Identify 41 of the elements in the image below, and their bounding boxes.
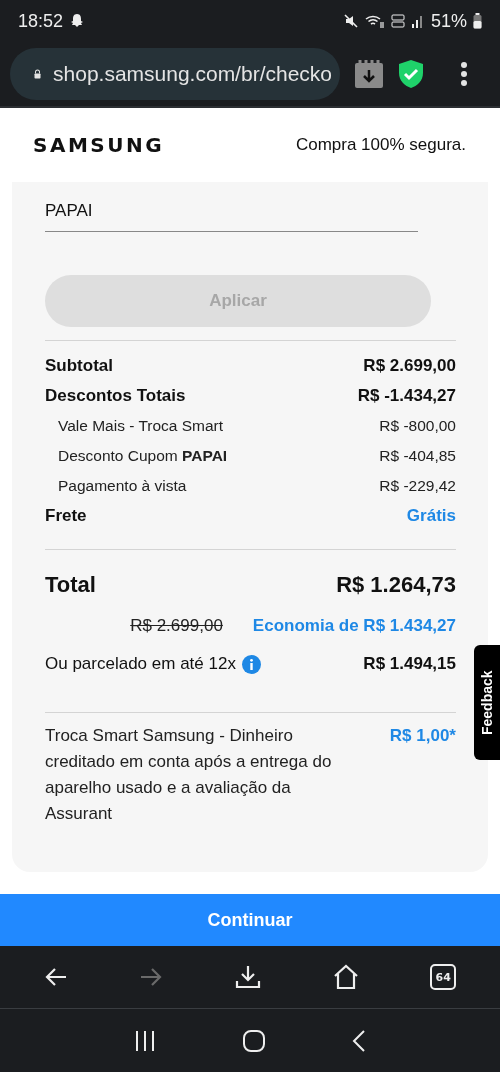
tab-count-button[interactable]: 64 bbox=[430, 964, 457, 990]
address-bar[interactable]: shop.samsung.com/br/checko bbox=[10, 48, 340, 100]
recent-apps-icon[interactable] bbox=[133, 1030, 156, 1051]
summary-value: R$ -1.434,27 bbox=[357, 386, 456, 406]
savings-text: Economia de R$ 1.434,27 bbox=[252, 616, 456, 636]
wifi-icon bbox=[364, 13, 385, 29]
installments-value: R$ 1.494,15 bbox=[363, 654, 456, 674]
old-price: R$ 2.699,00 bbox=[130, 616, 223, 636]
download-icon[interactable] bbox=[235, 964, 261, 990]
summary-value: R$ -229,42 bbox=[379, 477, 456, 495]
summary-label: Pagamento à vista bbox=[58, 477, 187, 495]
download-calendar-icon[interactable] bbox=[354, 59, 384, 89]
installments-label: Ou parcelado em até 12x bbox=[45, 654, 236, 674]
feedback-tab[interactable]: Feedback bbox=[474, 645, 500, 760]
summary-label: Desconto Cupom PAPAI bbox=[58, 447, 228, 465]
summary-value: R$ -800,00 bbox=[379, 417, 456, 435]
summary-label: Descontos Totais bbox=[45, 386, 186, 406]
summary-label: Subtotal bbox=[45, 356, 113, 376]
total-label: Total bbox=[45, 572, 96, 598]
more-icon[interactable] bbox=[460, 62, 468, 86]
signal-icon bbox=[410, 13, 425, 29]
brand-logo: SAMSUNG bbox=[33, 133, 165, 157]
secure-purchase-text: Compra 100% segura. bbox=[295, 135, 466, 155]
clock-time: 18:52 bbox=[18, 10, 64, 32]
home-icon[interactable] bbox=[332, 964, 359, 990]
coupon-field[interactable]: PAPAI bbox=[45, 182, 418, 232]
mute-icon bbox=[342, 13, 359, 29]
total-value: R$ 1.264,73 bbox=[336, 572, 456, 598]
home-button-icon[interactable] bbox=[243, 1029, 265, 1052]
summary-label: Vale Mais - Troca Smart bbox=[58, 417, 224, 435]
summary-value: Grátis bbox=[406, 506, 456, 526]
shield-check-icon[interactable] bbox=[398, 59, 424, 89]
info-icon[interactable] bbox=[241, 654, 261, 674]
summary-value: R$ -404,85 bbox=[379, 447, 456, 465]
trade-in-value: R$ 1,00* bbox=[389, 725, 456, 747]
back-nav-icon[interactable] bbox=[352, 1029, 367, 1052]
summary-label: Frete bbox=[45, 506, 87, 526]
summary-value: R$ 2.699,00 bbox=[363, 356, 456, 376]
battery-icon bbox=[473, 13, 482, 29]
battery-percent: 51% bbox=[430, 10, 467, 32]
trade-in-text: Troca Smart Samsung - Dinheiro creditado em conta após a entrega do aparelho usado e a avaliação da Assurant bbox=[45, 725, 333, 825]
